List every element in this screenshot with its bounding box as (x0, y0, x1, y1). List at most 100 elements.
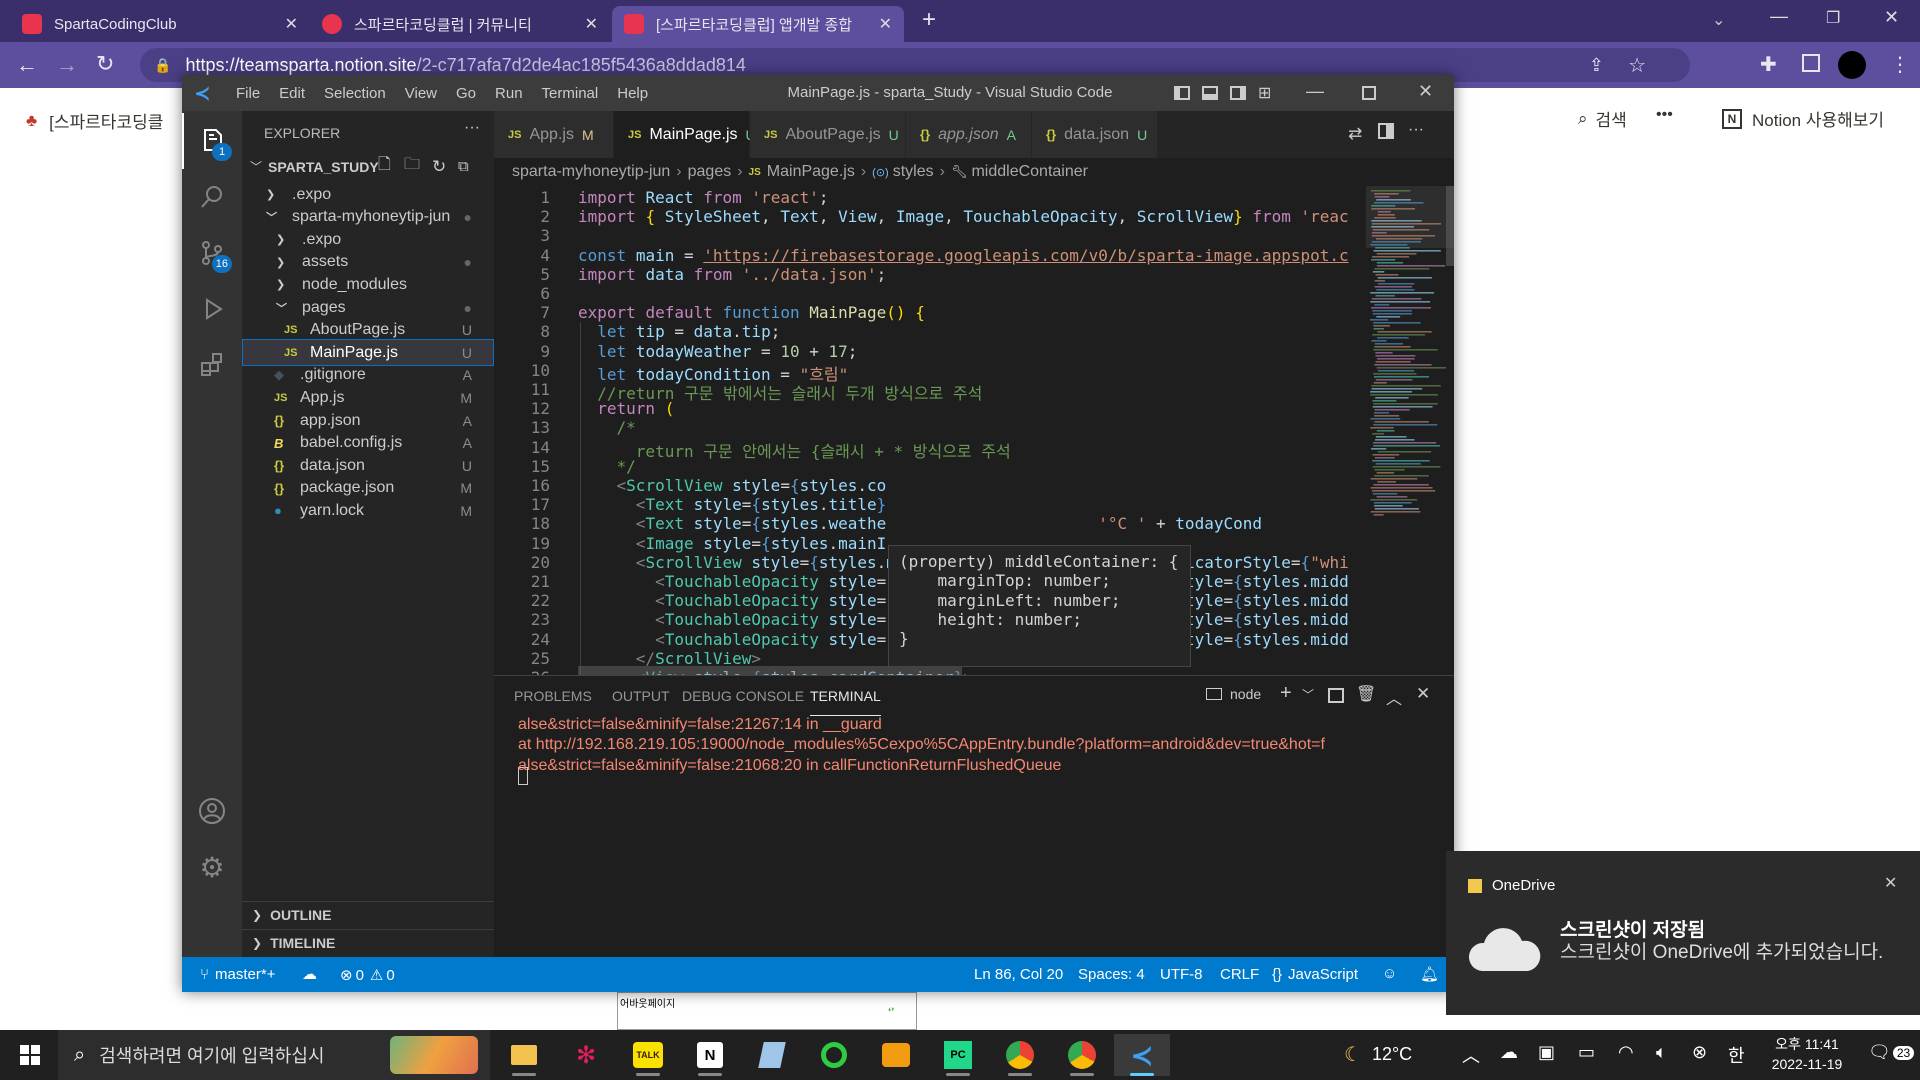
trash-icon[interactable]: 🗑 (1356, 684, 1376, 704)
problems-indicator[interactable]: ⊗ 0 ⚠ 0 (340, 966, 395, 985)
close-panel-icon[interactable]: ✕ (1416, 684, 1430, 704)
settings-gear-icon[interactable]: ⚙ (182, 839, 242, 895)
bookmark-star-icon[interactable]: ☆ (1628, 53, 1646, 78)
notion-search[interactable]: ⌕ 검색 (1578, 106, 1627, 131)
taskbar-search-box[interactable]: ⌕ 검색하려면 여기에 입력하십시 (58, 1030, 490, 1080)
green-app-icon[interactable] (806, 1034, 862, 1076)
clock[interactable]: 오후 11:41 2022-11-19 (1766, 1034, 1848, 1074)
indentation[interactable]: Spaces: 4 (1078, 966, 1145, 983)
accounts-icon[interactable] (182, 783, 242, 839)
menu-view[interactable]: View (405, 85, 437, 102)
branch-indicator[interactable]: ⑂ master*+ (200, 966, 275, 983)
new-terminal-icon[interactable]: + (1280, 682, 1292, 705)
menu-selection[interactable]: Selection (324, 85, 386, 102)
split-editor-icon[interactable] (1378, 123, 1394, 139)
notifications-bell-icon[interactable]: 🔔︎ (1420, 965, 1439, 983)
panel-tab-output[interactable]: OUTPUT (612, 676, 670, 716)
toast-close-icon[interactable]: ✕ (1884, 873, 1897, 893)
minimize-icon[interactable]: — (1306, 81, 1324, 102)
more-options-icon[interactable]: ••• (1656, 106, 1673, 124)
panel-tab-debug-console[interactable]: DEBUG CONSOLE (682, 676, 804, 716)
display-icon[interactable]: ▣ (1538, 1042, 1555, 1063)
open-changes-icon[interactable]: ⇄ (1348, 124, 1362, 144)
new-folder-icon[interactable]: 🗀 (404, 153, 420, 180)
close-tab-icon[interactable]: ✕ (879, 14, 892, 34)
editor-tab-app-js[interactable]: JS App.js M (494, 111, 614, 158)
cloud-sync-icon[interactable]: ☁ (1500, 1042, 1518, 1063)
menu-go[interactable]: Go (456, 85, 476, 102)
ime-indicator[interactable]: 한 (1728, 1042, 1745, 1068)
presenter-app-icon[interactable] (868, 1034, 924, 1076)
pycharm-icon[interactable]: PC (930, 1034, 986, 1076)
forward-icon[interactable]: → (56, 52, 78, 78)
reload-icon[interactable]: ↻ (96, 51, 114, 77)
editor-tab-aboutpage-js[interactable]: JSAboutPage.jsU● (750, 111, 916, 158)
share-icon[interactable]: ⇪ (1589, 55, 1604, 76)
tab-search-icon[interactable]: ⌄ (1712, 10, 1725, 30)
menu-help[interactable]: Help (617, 85, 648, 102)
try-notion-button[interactable]: N Notion 사용해보기 (1722, 106, 1884, 131)
volume-icon[interactable]: 🔈︎ (1656, 1042, 1667, 1063)
breadcrumb-segment[interactable]: MainPage.js (767, 163, 855, 181)
close-icon[interactable]: ✕ (1418, 81, 1433, 102)
editor-tab-data-json[interactable]: {} data.json U (1032, 111, 1158, 158)
chrome-icon[interactable] (992, 1034, 1048, 1076)
close-tab-icon[interactable]: ✕ (285, 14, 298, 34)
mute-mic-icon[interactable]: ⊗ (1692, 1042, 1707, 1063)
close-tab-icon[interactable]: ✕ (585, 14, 598, 34)
menu-edit[interactable]: Edit (279, 85, 305, 102)
toggle-sidebar-icon[interactable] (1174, 86, 1190, 100)
browser-tab[interactable]: SpartaCodingClub ✕ (10, 6, 310, 42)
browser-tab[interactable]: 스파르타코딩클럽 | 커뮤니티 ✕ (310, 6, 610, 42)
notion-breadcrumb[interactable]: ♣ [스파르타코딩클 (26, 108, 163, 133)
breadcrumb-segment[interactable]: sparta-myhoneytip-jun (512, 163, 670, 181)
slack-icon[interactable]: ✻ (558, 1034, 614, 1076)
breadcrumb-segment[interactable]: pages (688, 163, 732, 181)
source-control-icon[interactable]: 16 (182, 225, 242, 281)
chevron-up-icon[interactable]: ︿ (1462, 1042, 1480, 1068)
weather-widget[interactable]: ☾ 12°C (1344, 1042, 1412, 1067)
maximize-icon[interactable] (1362, 86, 1376, 100)
extensions-icon[interactable] (182, 337, 242, 393)
feedback-icon[interactable]: ☺ (1382, 965, 1397, 982)
menu-run[interactable]: Run (495, 85, 523, 102)
minimap[interactable] (1366, 186, 1454, 675)
browser-menu-icon[interactable]: ⋮ (1890, 52, 1910, 77)
chrome-profile-icon[interactable] (1054, 1034, 1110, 1076)
browser-tab-active[interactable]: [스파르타코딩클럽] 앱개발 종합 ✕ (612, 6, 904, 42)
notification-center[interactable]: 🗨︎ 23 (1868, 1042, 1915, 1063)
refresh-icon[interactable]: ↻ (432, 157, 446, 177)
restore-window-icon[interactable]: ❐ (1826, 8, 1840, 28)
kakaotalk-icon[interactable]: TALK (620, 1034, 676, 1076)
encoding[interactable]: UTF-8 (1160, 966, 1203, 983)
sync-icon[interactable]: ☁ (302, 965, 317, 983)
editor-more-icon[interactable]: ··· (1408, 121, 1424, 139)
tree-item[interactable]: ● yarn.lock M (242, 497, 494, 524)
side-panel-icon[interactable] (1802, 54, 1820, 72)
new-tab-button[interactable]: + (922, 6, 936, 34)
profile-avatar[interactable] (1838, 51, 1866, 79)
onedrive-notification[interactable]: OneDrive ✕ 스크린샷이 저장됨 스크린샷이 OneDrive에 추가되… (1446, 851, 1920, 1015)
chevron-down-icon[interactable]: ﹀ (1302, 686, 1314, 703)
horizontal-scrollbar[interactable] (578, 666, 962, 675)
search-icon[interactable] (182, 169, 242, 225)
minimize-window-icon[interactable]: — (1770, 6, 1788, 27)
cursor-position[interactable]: Ln 86, Col 20 (974, 966, 1063, 983)
editor-tab-mainpage-js[interactable]: JSMainPage.jsU✕ (614, 111, 775, 158)
workspace-root[interactable]: ﹀ SPARTA_STUDY 🗋 🗀 ↻ ⧉ (242, 153, 494, 180)
customize-layout-icon[interactable]: ⊞ (1258, 83, 1271, 103)
breadcrumb-segment[interactable]: middleContainer (971, 163, 1088, 181)
battery-icon[interactable]: ▭ (1578, 1042, 1595, 1063)
notes-app-icon[interactable] (744, 1034, 800, 1076)
menu-file[interactable]: File (236, 85, 260, 102)
breadcrumb-segment[interactable]: styles (893, 163, 934, 181)
toggle-secondary-sidebar-icon[interactable] (1230, 86, 1246, 100)
run-debug-icon[interactable] (182, 281, 242, 337)
start-button[interactable] (2, 1034, 58, 1076)
new-file-icon[interactable]: 🗋 (378, 153, 391, 180)
back-icon[interactable]: ← (16, 52, 38, 78)
line-endings[interactable]: CRLF (1220, 966, 1259, 983)
wifi-icon[interactable]: ◠ (1618, 1042, 1634, 1063)
toggle-panel-icon[interactable] (1202, 86, 1218, 100)
timeline-section[interactable]: ❯ TIMELINE (242, 929, 494, 955)
